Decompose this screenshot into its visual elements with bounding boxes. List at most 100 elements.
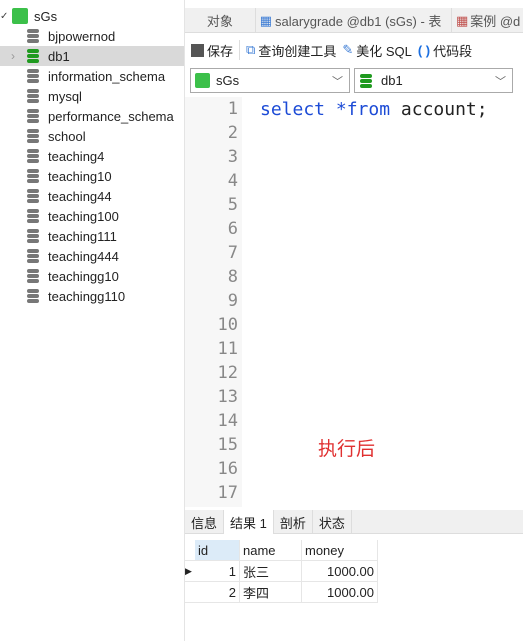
database-label: teaching444 bbox=[48, 248, 119, 264]
save-label: 保存 bbox=[207, 43, 234, 59]
tab-salarygrade[interactable]: ▦ salarygrade @db1 (sGs) - 表 bbox=[256, 8, 452, 33]
save-button[interactable]: 保存 bbox=[191, 41, 233, 60]
table-row[interactable]: 2 李四 1000.00 bbox=[185, 582, 378, 603]
line-number: 17 bbox=[217, 483, 238, 503]
tab-example[interactable]: ▦ 案例 @d bbox=[452, 8, 523, 33]
connection-select-value: sGs bbox=[216, 73, 240, 88]
database-icon bbox=[27, 209, 39, 223]
database-node[interactable]: teaching4 bbox=[0, 146, 184, 166]
result-tab[interactable]: 结果 1 bbox=[224, 510, 274, 534]
beautify-icon: ✎ bbox=[342, 42, 354, 57]
mysql-connection-icon bbox=[195, 73, 210, 88]
expanded-chevron-icon[interactable]: ✓ bbox=[0, 11, 12, 22]
query-builder-icon: ⧉ bbox=[246, 42, 256, 57]
query-builder-label: 查询创建工具 bbox=[258, 43, 337, 59]
database-node[interactable]: teaching44 bbox=[0, 186, 184, 206]
database-node[interactable]: school bbox=[0, 126, 184, 146]
line-number: 3 bbox=[227, 147, 238, 167]
result-tab[interactable]: 信息 bbox=[185, 510, 225, 534]
database-label: bjpowernod bbox=[48, 28, 116, 44]
database-icon bbox=[27, 189, 39, 203]
mysql-connection-icon bbox=[12, 8, 28, 24]
database-label: teachingg110 bbox=[48, 288, 126, 304]
database-node[interactable]: teaching100 bbox=[0, 206, 184, 226]
snippet-button[interactable]: ( ) 代码段 bbox=[418, 41, 472, 60]
database-node[interactable]: teaching111 bbox=[0, 226, 184, 246]
database-label: information_schema bbox=[48, 68, 166, 84]
table-icon: ▦ bbox=[259, 12, 273, 28]
database-label: teaching10 bbox=[48, 168, 112, 184]
database-node[interactable]: information_schema bbox=[0, 66, 184, 86]
connection-label: sGs bbox=[34, 8, 58, 24]
database-label: teaching111 bbox=[48, 228, 117, 244]
keyword-select: select bbox=[260, 99, 326, 120]
line-number: 5 bbox=[227, 195, 238, 215]
snippet-label: 代码段 bbox=[433, 43, 473, 59]
tab-objects[interactable]: 对象 bbox=[185, 8, 256, 33]
database-label: performance_schema bbox=[48, 108, 174, 124]
database-node[interactable]: mysql bbox=[0, 86, 184, 106]
database-label: teachingg10 bbox=[48, 268, 119, 284]
column-header[interactable]: id bbox=[195, 540, 240, 560]
database-icon bbox=[27, 169, 39, 183]
line-number: 12 bbox=[217, 363, 238, 383]
line-number: 13 bbox=[217, 387, 238, 407]
result-tab[interactable]: 状态 bbox=[313, 510, 352, 534]
sql-editor[interactable]: 1 2 3 4 5 6 7 8 9 10 11 12 13 14 15 16 17 select *from a… bbox=[185, 97, 523, 507]
result-tab[interactable]: 剖析 bbox=[274, 510, 313, 534]
table-icon: ▦ bbox=[455, 12, 469, 28]
database-node[interactable]: bjpowernod bbox=[0, 26, 184, 46]
expand-chevron-icon[interactable]: › bbox=[0, 49, 26, 63]
database-label: db1 bbox=[48, 48, 70, 64]
column-header[interactable]: name bbox=[240, 540, 302, 560]
save-icon bbox=[191, 43, 204, 57]
current-row-indicator-icon: ▶ bbox=[185, 565, 192, 576]
database-node[interactable]: performance_schema bbox=[0, 106, 184, 126]
grid-cell[interactable]: 李四 bbox=[240, 582, 302, 602]
database-icon bbox=[27, 149, 39, 163]
tab-bar: 对象 ▦ salarygrade @db1 (sGs) - 表 ▦ 案例 @d bbox=[185, 8, 523, 33]
connection-node[interactable]: ✓ sGs bbox=[0, 6, 184, 26]
chevron-down-icon: ﹀ bbox=[495, 76, 506, 88]
database-icon bbox=[27, 49, 39, 63]
line-number: 7 bbox=[227, 243, 238, 263]
connection-select[interactable]: sGs ﹀ bbox=[190, 68, 350, 93]
grid-cell[interactable]: 张三 bbox=[240, 561, 302, 581]
database-label: teaching4 bbox=[48, 148, 105, 164]
database-icon bbox=[27, 29, 39, 43]
line-number: 15 bbox=[217, 435, 238, 455]
database-icon bbox=[27, 229, 39, 243]
navigator-sidebar: ✓ sGs bjpowernod › db1 information_schemamy… bbox=[0, 0, 185, 641]
grid-cell[interactable]: 1000.00 bbox=[302, 561, 378, 581]
line-number: 6 bbox=[227, 219, 238, 239]
separator bbox=[239, 40, 241, 60]
column-header[interactable]: money bbox=[302, 540, 378, 560]
database-icon bbox=[27, 69, 39, 83]
database-icon bbox=[27, 89, 39, 103]
query-builder-button[interactable]: ⧉ 查询创建工具 bbox=[246, 41, 336, 60]
database-select[interactable]: db1 ﹀ bbox=[354, 68, 513, 93]
beautify-sql-button[interactable]: ✎ 美化 SQL bbox=[342, 41, 412, 60]
keyword-from: *from bbox=[335, 99, 391, 120]
sql-code: select *from account; bbox=[260, 99, 488, 120]
database-node[interactable]: teaching444 bbox=[0, 246, 184, 266]
grid-header: id name money bbox=[185, 540, 378, 561]
line-number: 10 bbox=[217, 315, 238, 335]
database-label: teaching100 bbox=[48, 208, 119, 224]
database-icon bbox=[360, 73, 372, 88]
grid-cell[interactable]: 1000.00 bbox=[302, 582, 378, 602]
chevron-down-icon: ﹀ bbox=[332, 76, 343, 88]
database-icon bbox=[27, 109, 39, 123]
database-node[interactable]: › db1 bbox=[0, 46, 184, 66]
table-row[interactable]: ▶ 1 张三 1000.00 bbox=[185, 561, 378, 582]
line-number: 16 bbox=[217, 459, 238, 479]
database-node[interactable]: teaching10 bbox=[0, 166, 184, 186]
grid-cell[interactable]: 1 bbox=[195, 561, 240, 581]
database-node[interactable]: teachingg10 bbox=[0, 266, 184, 286]
line-number-gutter: 1 2 3 4 5 6 7 8 9 10 11 12 13 14 15 16 17 bbox=[185, 97, 242, 507]
grid-cell[interactable]: 2 bbox=[195, 582, 240, 602]
database-select-value: db1 bbox=[381, 73, 403, 88]
row-marker bbox=[185, 582, 195, 602]
line-number: 1 bbox=[227, 99, 238, 119]
database-node[interactable]: teachingg110 bbox=[0, 286, 184, 306]
